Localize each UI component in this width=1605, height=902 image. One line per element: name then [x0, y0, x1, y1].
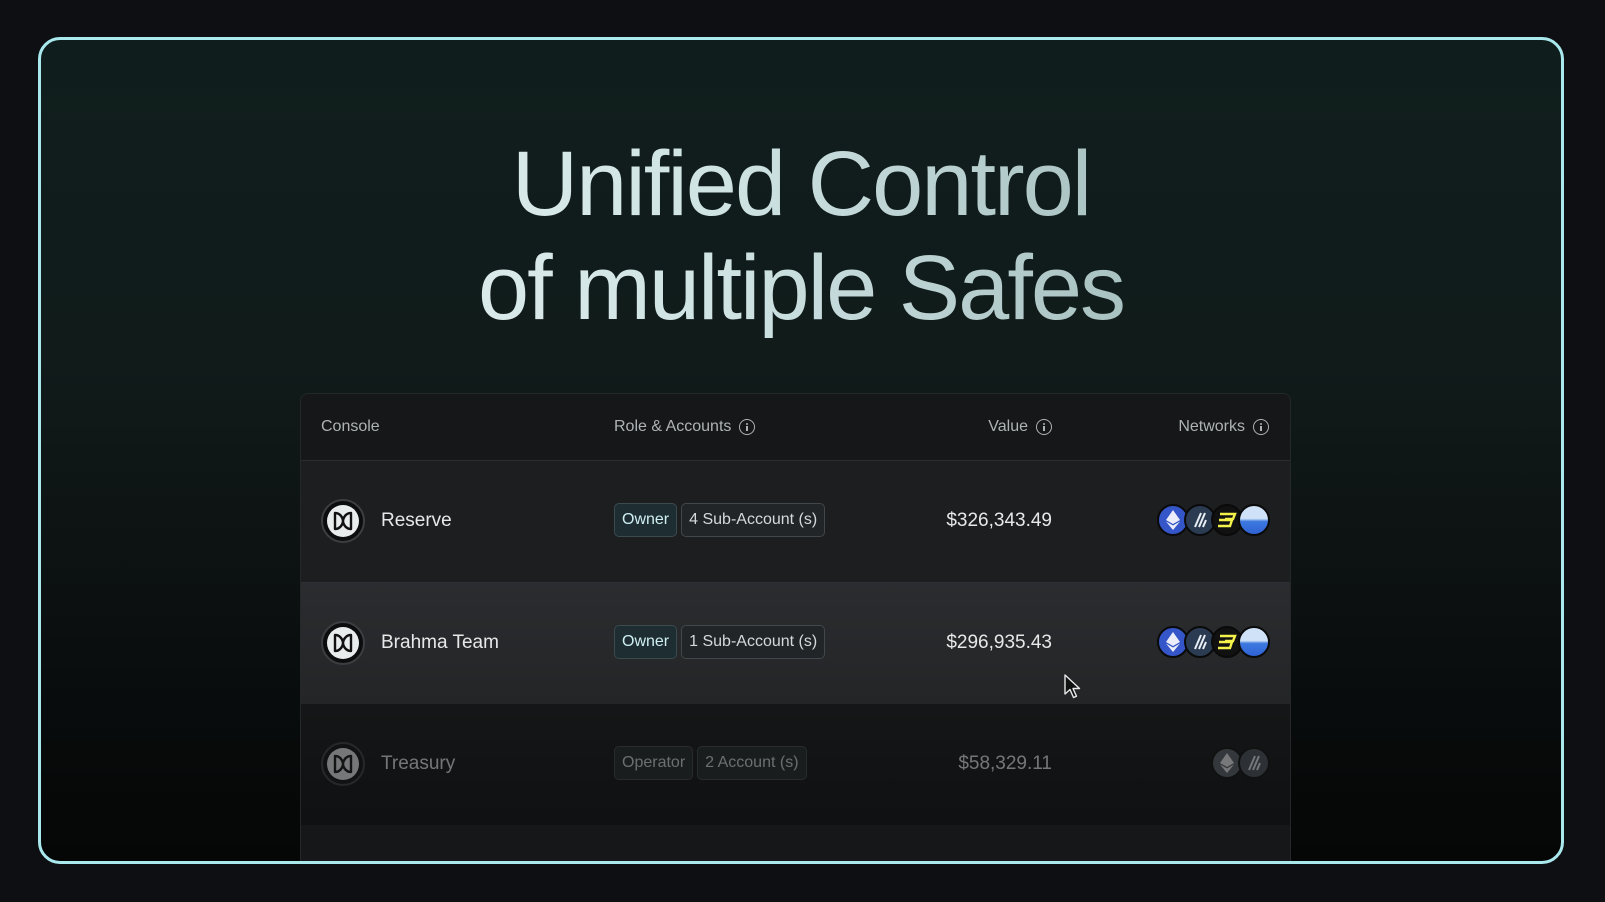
- headline: Unified Control of multiple Safes: [41, 132, 1561, 340]
- table-header: Console Role & Accounts Value Networks: [301, 394, 1290, 461]
- column-role-accounts-label: Role & Accounts: [614, 418, 732, 435]
- hero-frame: Unified Control of multiple Safes Consol…: [38, 37, 1564, 864]
- role-accounts: Operator 2 Account (s): [614, 746, 807, 780]
- brahma-logo-icon: [321, 621, 365, 665]
- column-networks-label: Networks: [1178, 418, 1245, 435]
- network-list: [1157, 626, 1270, 658]
- brahma-logo-icon: [321, 742, 365, 786]
- accounts-badge[interactable]: 2 Account (s): [697, 746, 807, 780]
- column-console: Console: [321, 418, 380, 436]
- column-value-label: Value: [988, 418, 1028, 435]
- info-icon[interactable]: [1253, 419, 1269, 435]
- console-value: $326,343.49: [946, 510, 1052, 531]
- console-name[interactable]: Brahma Team: [381, 632, 499, 654]
- info-icon[interactable]: [1036, 419, 1052, 435]
- console-name[interactable]: Treasury: [381, 753, 455, 775]
- headline-line-2: of multiple Safes: [477, 237, 1125, 339]
- role-accounts: Owner 4 Sub-Account (s): [614, 503, 826, 537]
- column-value: Value: [988, 418, 1052, 436]
- column-networks: Networks: [1178, 418, 1269, 436]
- brahma-logo-icon: [321, 499, 365, 543]
- info-icon[interactable]: [739, 419, 756, 435]
- column-role-accounts: Role & Accounts: [614, 418, 756, 436]
- role-accounts: Owner 1 Sub-Account (s): [614, 625, 826, 659]
- arbitrum-icon: [1238, 747, 1270, 779]
- accounts-badge[interactable]: 1 Sub-Account (s): [681, 625, 826, 659]
- role-badge: Owner: [614, 503, 678, 537]
- console-value: $58,329.11: [958, 753, 1052, 774]
- role-badge: Owner: [614, 625, 678, 659]
- accounts-badge[interactable]: 4 Sub-Account (s): [681, 503, 826, 537]
- mouse-cursor-icon: [1064, 674, 1081, 699]
- column-console-label: Console: [321, 418, 380, 435]
- console-table: Console Role & Accounts Value Networks R…: [300, 393, 1291, 861]
- console-name[interactable]: Reserve: [381, 510, 452, 532]
- table-row[interactable]: Brahma Team Owner 1 Sub-Account (s) $296…: [301, 582, 1290, 704]
- console-value: $296,935.43: [946, 632, 1052, 653]
- network-list: [1157, 504, 1270, 536]
- role-badge: Operator: [614, 746, 694, 780]
- base-icon: [1238, 626, 1270, 658]
- table-row[interactable]: Treasury Operator 2 Account (s) $58,329.…: [301, 704, 1290, 825]
- table-row[interactable]: Reserve Owner 4 Sub-Account (s) $326,343…: [301, 461, 1290, 582]
- base-icon: [1238, 504, 1270, 536]
- headline-line-1: Unified Control: [511, 133, 1091, 235]
- network-list: [1211, 747, 1270, 779]
